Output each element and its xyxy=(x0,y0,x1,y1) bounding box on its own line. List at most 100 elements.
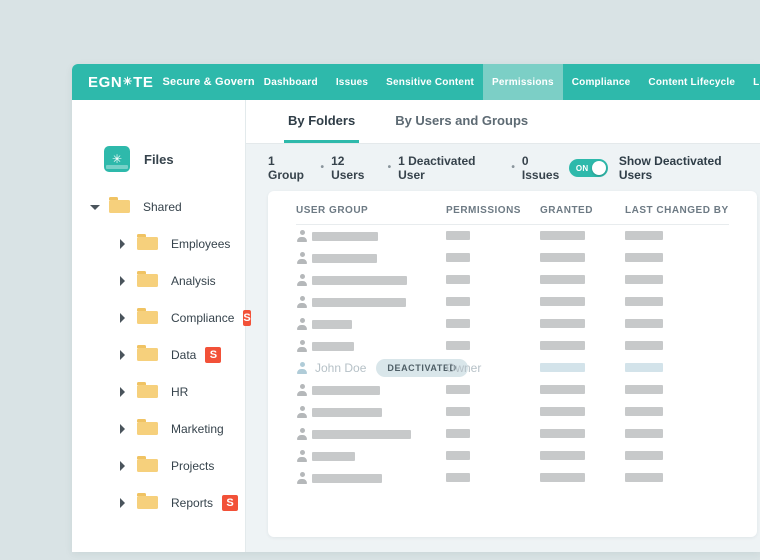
folder-icon xyxy=(137,422,158,435)
tree-item-analysis[interactable]: Analysis xyxy=(72,262,245,299)
user-cell xyxy=(296,472,446,484)
tree-item-projects[interactable]: Projects xyxy=(72,447,245,484)
permissions-cell: Owner xyxy=(446,359,540,377)
folder-icon xyxy=(137,274,158,287)
table-row[interactable] xyxy=(296,269,729,291)
permission-placeholder-bar xyxy=(446,297,470,306)
name-placeholder-bar xyxy=(312,298,406,307)
granted-cell xyxy=(540,425,625,443)
tree-item-employees[interactable]: Employees xyxy=(72,225,245,262)
nav-item-legal-holds[interactable]: Legal Holds xyxy=(744,64,760,100)
column-header: LAST CHANGED BY xyxy=(625,205,729,216)
toggle-on-label: ON xyxy=(576,164,589,173)
logo-text-left: EGN xyxy=(88,74,122,91)
person-icon xyxy=(296,472,308,484)
last-changed-cell xyxy=(625,271,729,289)
chevron-right-icon[interactable] xyxy=(118,387,128,397)
tree-item-reports[interactable]: ReportsS xyxy=(72,484,245,521)
last-changed-placeholder-bar xyxy=(625,385,663,394)
sensitive-badge: S xyxy=(205,347,221,363)
chevron-right-icon[interactable] xyxy=(118,276,128,286)
chevron-right-icon[interactable] xyxy=(118,350,128,360)
table-row[interactable] xyxy=(296,467,729,489)
table-row[interactable] xyxy=(296,247,729,269)
tab-by-users-and-groups[interactable]: By Users and Groups xyxy=(391,100,532,143)
toggle-area: ON Show Deactivated Users xyxy=(569,154,757,182)
name-placeholder-bar xyxy=(312,320,352,329)
nav-item-sensitive-content[interactable]: Sensitive Content xyxy=(377,64,483,100)
tree-item-label: Compliance xyxy=(171,311,234,325)
table-row[interactable] xyxy=(296,225,729,247)
permission-placeholder-bar xyxy=(446,275,470,284)
sensitive-badge: S xyxy=(222,495,238,511)
user-cell: John DoeDEACTIVATED xyxy=(296,359,446,377)
chevron-right-icon[interactable] xyxy=(118,313,128,323)
summary-part: 12 Users xyxy=(331,154,381,182)
tree-item-label: Data xyxy=(171,348,196,362)
summary-part: 1 Deactivated User xyxy=(398,154,504,182)
tree-item-shared[interactable]: Shared xyxy=(72,188,245,225)
table-row[interactable] xyxy=(296,379,729,401)
permission-placeholder-bar xyxy=(446,253,470,262)
table-row[interactable] xyxy=(296,291,729,313)
permissions-cell xyxy=(446,469,540,487)
tree-item-data[interactable]: Data S xyxy=(72,336,245,373)
permissions-cell xyxy=(446,249,540,267)
table-row[interactable]: John DoeDEACTIVATEDOwner xyxy=(296,357,729,379)
permissions-cell xyxy=(446,381,540,399)
user-cell xyxy=(296,450,446,462)
tree-item-compliance[interactable]: ComplianceS xyxy=(72,299,245,336)
chevron-right-icon[interactable] xyxy=(118,424,128,434)
sidebar-item-files[interactable]: ✳ Files xyxy=(72,146,245,172)
logo-text-right: TE xyxy=(133,74,153,91)
tree-item-hr[interactable]: HR xyxy=(72,373,245,410)
name-placeholder-bar xyxy=(312,430,411,439)
nav-item-issues[interactable]: Issues xyxy=(327,64,377,100)
permission-placeholder-bar xyxy=(446,319,470,328)
name-placeholder-bar xyxy=(312,474,382,483)
table-row[interactable] xyxy=(296,423,729,445)
summary-text: 1 Group•12 Users•1 Deactivated User•0 Is… xyxy=(268,154,569,182)
last-changed-placeholder-bar xyxy=(625,451,663,460)
nav-item-dashboard[interactable]: Dashboard xyxy=(255,64,327,100)
tab-by-folders[interactable]: By Folders xyxy=(284,100,359,143)
last-changed-placeholder-bar xyxy=(625,407,663,416)
granted-placeholder-bar xyxy=(540,231,585,240)
chevron-down-icon[interactable] xyxy=(90,202,100,212)
permissions-cell xyxy=(446,447,540,465)
nav-item-permissions[interactable]: Permissions xyxy=(483,64,563,100)
granted-cell xyxy=(540,271,625,289)
nav-item-compliance[interactable]: Compliance xyxy=(563,64,640,100)
chevron-right-icon[interactable] xyxy=(118,461,128,471)
bullet-separator: • xyxy=(511,162,515,173)
folder-sidebar: ✳ Files SharedEmployeesAnalysisComplianc… xyxy=(72,100,246,552)
user-cell xyxy=(296,230,446,242)
table-row[interactable] xyxy=(296,445,729,467)
last-changed-placeholder-bar xyxy=(625,297,663,306)
last-changed-placeholder-bar xyxy=(625,231,663,240)
permission-placeholder-bar xyxy=(446,451,470,460)
last-changed-placeholder-bar xyxy=(625,253,663,262)
person-icon xyxy=(296,450,308,462)
last-changed-cell xyxy=(625,381,729,399)
summary-part: 0 Issues xyxy=(522,154,569,182)
nav-item-content-lifecycle[interactable]: Content Lifecycle xyxy=(639,64,744,100)
chevron-right-icon[interactable] xyxy=(118,239,128,249)
permission-placeholder-bar xyxy=(446,385,470,394)
granted-placeholder-bar xyxy=(540,385,585,394)
table-row[interactable] xyxy=(296,335,729,357)
person-icon xyxy=(296,296,308,308)
table-row[interactable] xyxy=(296,401,729,423)
tree-item-marketing[interactable]: Marketing xyxy=(72,410,245,447)
table-row[interactable] xyxy=(296,313,729,335)
tab-bar: By Folders By Users and Groups xyxy=(246,100,760,144)
permissions-table-card: USER GROUPPERMISSIONSGRANTEDLAST CHANGED… xyxy=(268,191,757,537)
user-cell xyxy=(296,252,446,264)
permission-value: Owner xyxy=(446,361,481,375)
folder-icon xyxy=(137,311,158,324)
person-icon xyxy=(296,252,308,264)
chevron-right-icon[interactable] xyxy=(118,498,128,508)
show-deactivated-toggle[interactable]: ON xyxy=(569,159,608,177)
last-changed-cell xyxy=(625,315,729,333)
tree-item-label: Employees xyxy=(171,237,230,251)
